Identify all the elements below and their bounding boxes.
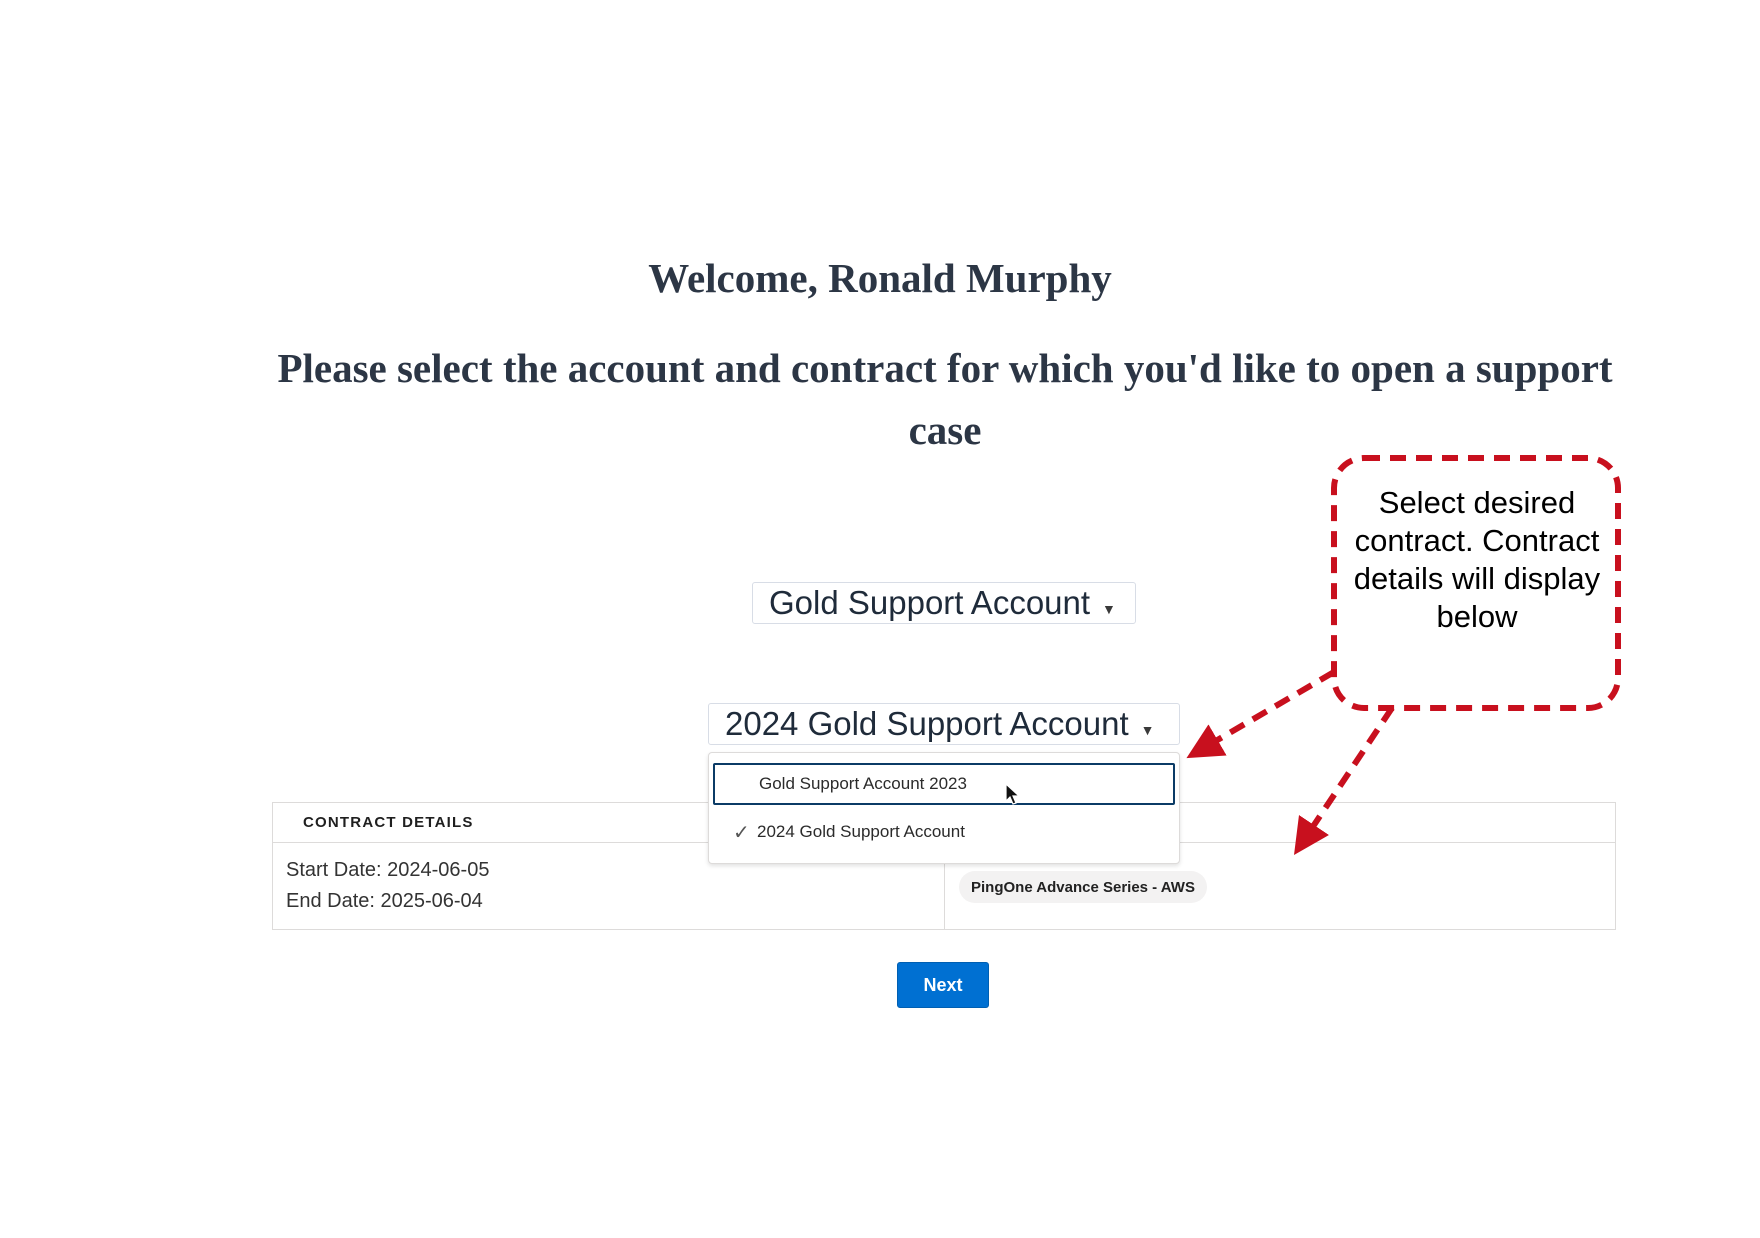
- mouse-pointer-icon: [1005, 783, 1021, 805]
- contract-select-value: 2024 Gold Support Account: [725, 705, 1129, 742]
- start-date: Start Date: 2024-06-05: [286, 859, 490, 881]
- contract-details-title: CONTRACT DETAILS: [303, 814, 474, 831]
- account-select-value: Gold Support Account: [769, 584, 1091, 621]
- check-icon: ✓: [733, 821, 750, 844]
- end-date: End Date: 2025-06-04: [286, 890, 483, 912]
- chevron-down-icon: ▼: [1140, 722, 1155, 738]
- account-select[interactable]: Gold Support Account ▼: [752, 582, 1136, 624]
- option-label: 2024 Gold Support Account: [757, 822, 965, 841]
- select-prompt-heading: Please select the account and contract f…: [277, 345, 1613, 453]
- option-label: Gold Support Account 2023: [759, 774, 967, 793]
- contract-option-2024-gold[interactable]: ✓ 2024 Gold Support Account: [713, 811, 1175, 853]
- contract-select[interactable]: 2024 Gold Support Account ▼: [708, 703, 1180, 745]
- contract-option-gold-2023[interactable]: Gold Support Account 2023: [713, 763, 1175, 805]
- chevron-down-icon: ▼: [1102, 601, 1116, 617]
- welcome-heading: Welcome, Ronald Murphy: [648, 255, 1112, 301]
- contract-dropdown-listbox: Gold Support Account 2023 ✓ 2024 Gold Su…: [708, 752, 1180, 864]
- annotation-callout-text: Select desired contract. Contract detail…: [1353, 485, 1601, 634]
- product-pill: PingOne Advance Series - AWS: [959, 871, 1207, 903]
- annotation-arrow-to-select: [1186, 669, 1336, 759]
- next-button[interactable]: Next: [897, 962, 989, 1008]
